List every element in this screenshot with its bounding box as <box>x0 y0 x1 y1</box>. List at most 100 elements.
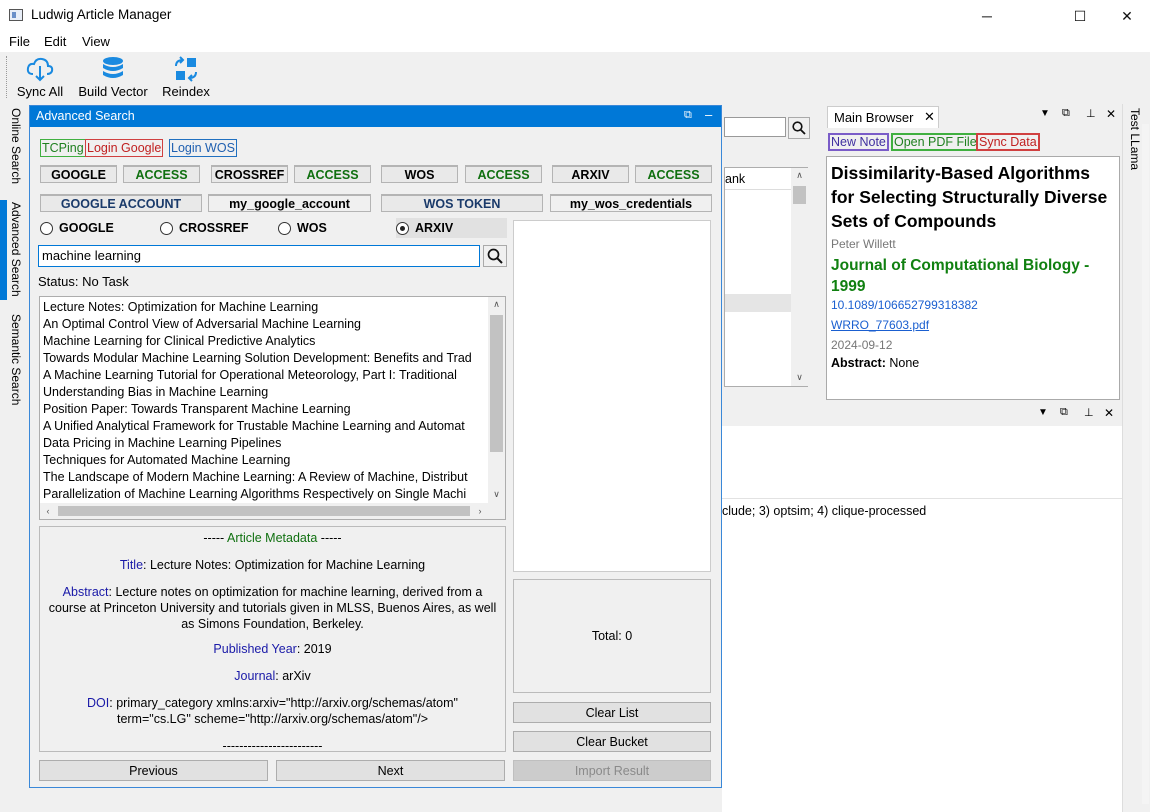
result-list-item[interactable]: The Landscape of Modern Machine Learning… <box>40 469 488 486</box>
tcping-button[interactable]: TCPing <box>40 139 86 157</box>
crossref-access-indicator[interactable]: ACCESS <box>294 165 371 183</box>
article-pdf-link[interactable]: WRRO_77603.pdf <box>831 318 929 332</box>
tab-advanced-search[interactable]: Advanced Search <box>9 202 23 297</box>
menu-bar: File Edit View <box>0 32 1150 52</box>
article-view: Dissimilarity-Based Algorithms for Selec… <box>826 156 1120 400</box>
google-account-value[interactable]: my_google_account <box>208 194 371 212</box>
sync-all-button[interactable]: Sync All <box>14 56 66 102</box>
scroll-thumb[interactable] <box>490 315 503 452</box>
tab-online-search[interactable]: Online Search <box>9 108 23 184</box>
radio-crossref[interactable]: CROSSREF <box>160 221 248 235</box>
background-search-button[interactable] <box>788 117 810 139</box>
login-google-button[interactable]: Login Google <box>85 139 164 157</box>
metadata-title-key: Title <box>119 558 144 572</box>
result-list-item[interactable]: Towards Modular Machine Learning Solutio… <box>40 350 488 367</box>
sync-data-button[interactable]: Sync Data <box>976 133 1040 151</box>
menu-edit[interactable]: Edit <box>44 34 66 49</box>
clear-bucket-button[interactable]: Clear Bucket <box>513 731 711 752</box>
log-panel: ▼ ⧉ ⊥ ✕ clude; 3) optsim; 4) clique-proc… <box>722 404 1122 812</box>
radio-google[interactable]: GOOGLE <box>40 221 114 235</box>
scroll-up-arrow[interactable]: ∧ <box>791 168 808 183</box>
scroll-down-arrow[interactable]: ∨ <box>488 487 505 502</box>
open-pdf-button[interactable]: Open PDF File <box>891 133 980 151</box>
total-count: Total: 0 <box>591 629 633 643</box>
toolbar-grip <box>6 56 8 98</box>
dock-menu-icon[interactable]: ▼ <box>1040 108 1050 119</box>
tab-semantic-search[interactable]: Semantic Search <box>9 314 23 405</box>
next-button[interactable]: Next <box>276 760 505 781</box>
article-journal: Journal of Computational Biology - 1999 <box>831 257 1090 295</box>
dock-pin-icon[interactable]: ⊥ <box>1084 406 1094 419</box>
radio-wos-dot[interactable] <box>278 221 291 235</box>
metadata-abstract-line-3: as Simons Foundation, Berkeley. <box>181 617 364 631</box>
google-access-indicator[interactable]: ACCESS <box>123 165 200 183</box>
result-list-item[interactable]: Parallelization of Machine Learning Algo… <box>40 486 488 503</box>
wos-access-indicator[interactable]: ACCESS <box>465 165 542 183</box>
background-search-input[interactable] <box>724 117 786 137</box>
result-list-item[interactable]: Position Paper: Towards Transparent Mach… <box>40 401 488 418</box>
radio-crossref-dot[interactable] <box>160 221 173 235</box>
wos-token-value[interactable]: my_wos_credentials <box>550 194 712 212</box>
tab-test-llama[interactable]: Test LLama <box>1128 108 1142 170</box>
menu-file[interactable]: File <box>9 34 30 49</box>
radio-arxiv-dot[interactable] <box>396 221 409 235</box>
scroll-up-arrow[interactable]: ∧ <box>488 297 505 312</box>
scroll-down-arrow[interactable]: ∨ <box>791 370 808 385</box>
result-list-item[interactable]: Machine Learning for Clinical Predictive… <box>40 333 488 350</box>
background-table-scrollbar[interactable]: ∧ ∨ <box>791 168 808 386</box>
panel-minimize-icon[interactable]: – <box>705 107 712 122</box>
radio-arxiv[interactable]: ARXIV <box>396 218 507 238</box>
scroll-thumb[interactable] <box>793 186 806 204</box>
import-result-button[interactable]: Import Result <box>513 760 711 781</box>
reindex-label: Reindex <box>162 84 210 99</box>
result-list-item[interactable]: Data Pricing in Machine Learning Pipelin… <box>40 435 488 452</box>
dock-close-icon[interactable]: ✕ <box>1106 107 1116 121</box>
clear-list-button[interactable]: Clear List <box>513 702 711 723</box>
new-note-button[interactable]: New Note <box>828 133 889 151</box>
hscroll-thumb[interactable] <box>58 506 470 516</box>
result-list-item[interactable]: Techniques for Automated Machine Learnin… <box>40 452 488 469</box>
previous-button[interactable]: Previous <box>39 760 268 781</box>
main-browser-dock: Main Browser ✕ ▼ ⧉ ⊥ ✕ New Note Open PDF… <box>824 104 1122 404</box>
result-list-item[interactable]: A Machine Learning Tutorial for Operatio… <box>40 367 488 384</box>
bucket-list[interactable] <box>513 220 711 572</box>
window-title: Ludwig Article Manager <box>31 7 172 22</box>
result-list-item[interactable]: A Unified Analytical Framework for Trust… <box>40 418 488 435</box>
scroll-right-arrow[interactable]: › <box>472 503 488 519</box>
tab-main-browser[interactable]: Main Browser ✕ <box>827 106 939 128</box>
article-doi-link[interactable]: 10.1089/106652799318382 <box>831 298 978 312</box>
close-window-button[interactable]: ✕ <box>1104 0 1150 32</box>
search-icon <box>487 248 503 264</box>
radio-wos[interactable]: WOS <box>278 221 327 235</box>
reindex-button[interactable]: Reindex <box>160 56 212 102</box>
login-wos-button[interactable]: Login WOS <box>169 139 237 157</box>
dock-float-icon[interactable]: ⧉ <box>1060 406 1068 419</box>
close-tab-icon[interactable]: ✕ <box>924 109 935 125</box>
minimize-button[interactable]: ─ <box>964 0 1010 32</box>
arxiv-access-indicator[interactable]: ACCESS <box>635 165 712 183</box>
scroll-left-arrow[interactable]: ‹ <box>40 503 56 519</box>
search-icon <box>792 121 806 135</box>
article-author: Peter Willett <box>831 237 896 251</box>
results-list: Lecture Notes: Optimization for Machine … <box>39 296 506 520</box>
result-list-item[interactable]: Lecture Notes: Optimization for Machine … <box>40 299 488 316</box>
log-divider <box>722 498 1122 499</box>
advanced-search-titlebar[interactable]: Advanced Search ⧉ – <box>30 106 721 127</box>
query-input[interactable]: machine learning <box>38 245 480 267</box>
panel-float-icon[interactable]: ⧉ <box>684 109 692 122</box>
maximize-button[interactable]: ☐ <box>1057 0 1103 32</box>
result-list-item[interactable]: Understanding Bias in Machine Learning <box>40 384 488 401</box>
dock-close-icon[interactable]: ✕ <box>1104 406 1114 420</box>
dock-float-icon[interactable]: ⧉ <box>1062 107 1070 120</box>
search-button[interactable] <box>483 245 507 267</box>
result-list-item[interactable]: An Optimal Control View of Adversarial M… <box>40 316 488 333</box>
left-tab-strip: Online Search Advanced Search Semantic S… <box>0 104 29 812</box>
build-vector-button[interactable]: Build Vector <box>76 56 150 102</box>
right-scrollbar[interactable] <box>1142 124 1149 804</box>
radio-google-dot[interactable] <box>40 221 53 235</box>
results-vscroll[interactable]: ∧ ∨ <box>488 297 505 503</box>
dock-pin-icon[interactable]: ⊥ <box>1086 107 1096 120</box>
menu-view[interactable]: View <box>82 34 110 49</box>
dock-menu-icon[interactable]: ▼ <box>1038 407 1048 418</box>
results-hscroll[interactable]: ‹ › <box>40 503 505 519</box>
